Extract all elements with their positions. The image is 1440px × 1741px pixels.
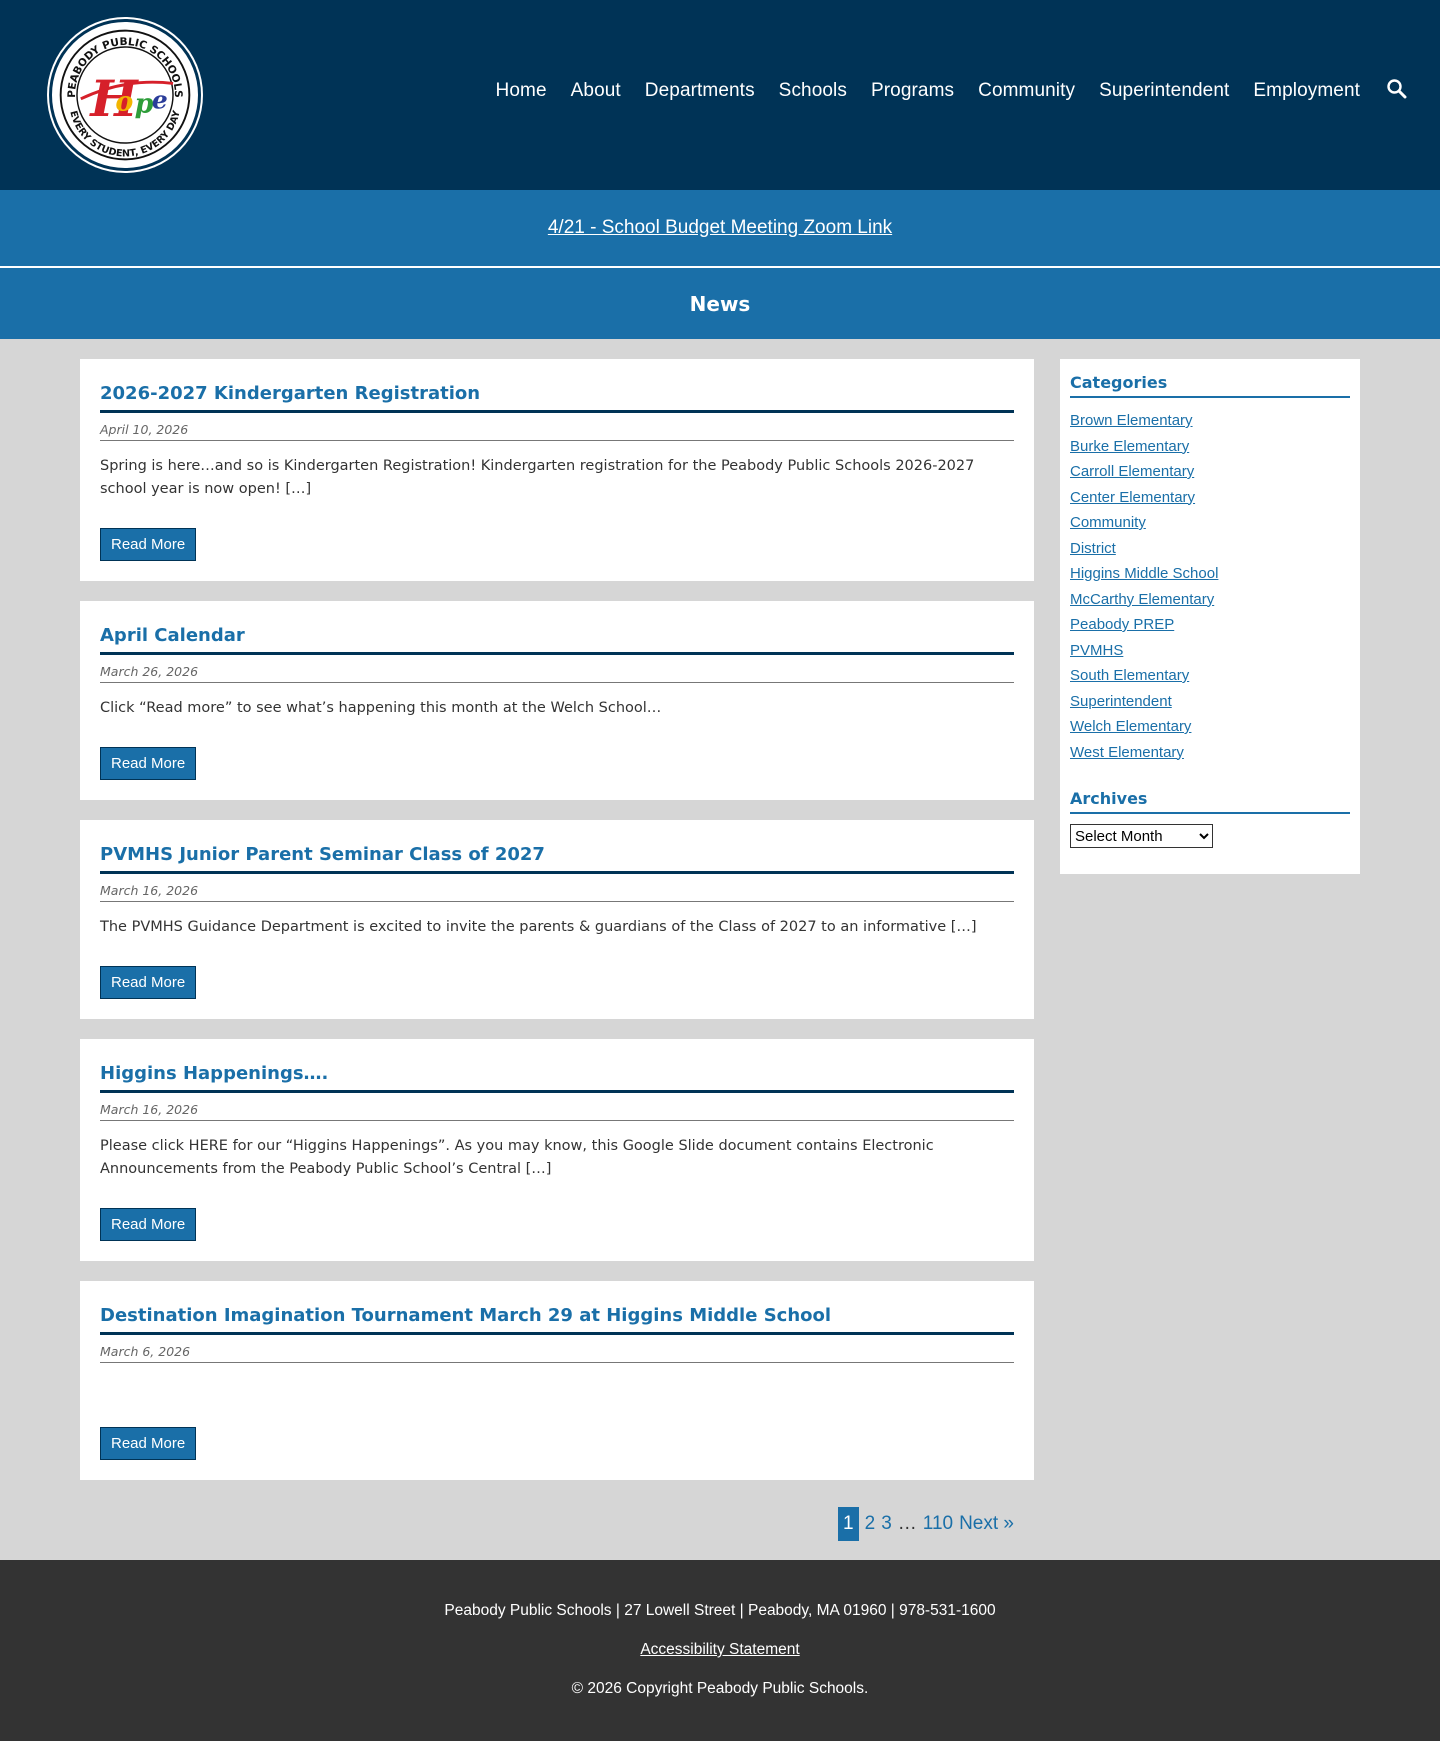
nav-employment[interactable]: Employment	[1253, 80, 1360, 102]
post-excerpt: The PVMHS Guidance Department is excited…	[100, 919, 977, 935]
main-nav: Home About Departments Schools Programs …	[496, 80, 1360, 102]
category-item: Carroll Elementary	[1070, 459, 1350, 485]
category-list: Brown Elementary Burke Elementary Carrol…	[1070, 408, 1350, 765]
category-item: McCarthy Elementary	[1070, 587, 1350, 613]
pagination-page-3[interactable]: 3	[881, 1513, 892, 1535]
alert-link[interactable]: 4/21 - School Budget Meeting Zoom Link	[548, 217, 892, 239]
post-title-link[interactable]: April Calendar	[100, 625, 1014, 655]
read-more-button[interactable]: Read More	[100, 1208, 197, 1241]
category-link[interactable]: McCarthy Elementary	[1070, 591, 1214, 608]
category-link[interactable]: Superintendent	[1070, 693, 1172, 710]
category-link[interactable]: Brown Elementary	[1070, 412, 1193, 429]
nav-home[interactable]: Home	[496, 80, 547, 102]
post-card: PVMHS Junior Parent Seminar Class of 202…	[80, 820, 1034, 1019]
category-link[interactable]: South Elementary	[1070, 667, 1189, 684]
accessibility-link[interactable]: Accessibility Statement	[640, 1641, 799, 1658]
search-icon[interactable]	[1386, 78, 1408, 100]
page-title-bar: News	[0, 268, 1440, 339]
categories-title: Categories	[1070, 373, 1350, 398]
pagination: 1 2 3 … 110 Next »	[838, 1507, 1014, 1541]
post-title-link[interactable]: 2026-2027 Kindergarten Registration	[100, 383, 1014, 413]
post-title-link[interactable]: Higgins Happenings….	[100, 1063, 1014, 1093]
category-item: Center Elementary	[1070, 485, 1350, 511]
category-link[interactable]: Peabody PREP	[1070, 616, 1174, 633]
category-link[interactable]: Carroll Elementary	[1070, 463, 1194, 480]
read-more-button[interactable]: Read More	[100, 528, 197, 561]
category-link[interactable]: PVMHS	[1070, 642, 1123, 659]
category-link[interactable]: West Elementary	[1070, 744, 1184, 761]
site-logo[interactable]: PEABODY PUBLIC SCHOOLS EVERY STUDENT, EV…	[49, 19, 201, 171]
category-link[interactable]: Burke Elementary	[1070, 438, 1189, 455]
nav-schools[interactable]: Schools	[779, 80, 847, 102]
svg-text:e: e	[152, 85, 168, 114]
archives-title: Archives	[1070, 789, 1350, 814]
category-item: District	[1070, 536, 1350, 562]
pagination-page-2[interactable]: 2	[865, 1513, 876, 1535]
alert-bar: 4/21 - School Budget Meeting Zoom Link	[0, 190, 1440, 268]
pagination-current: 1	[838, 1507, 859, 1541]
category-link[interactable]: Welch Elementary	[1070, 718, 1191, 735]
post-card: Higgins Happenings…. March 16, 2026 Plea…	[80, 1039, 1034, 1261]
post-title-link[interactable]: Destination Imagination Tournament March…	[100, 1305, 1014, 1335]
read-more-button[interactable]: Read More	[100, 747, 197, 780]
footer-copyright: © 2026 Copyright Peabody Public Schools.	[571, 1680, 869, 1697]
post-excerpt: Click “Read more” to see what’s happenin…	[100, 700, 662, 716]
pagination-next[interactable]: Next »	[959, 1513, 1014, 1535]
read-more-button[interactable]: Read More	[100, 966, 197, 999]
post-excerpt	[100, 1377, 1014, 1400]
nav-programs[interactable]: Programs	[871, 80, 954, 102]
post-date: March 16, 2026	[100, 874, 1014, 902]
post-card: April Calendar March 26, 2026 Click “Rea…	[80, 601, 1034, 800]
category-item: PVMHS	[1070, 638, 1350, 664]
page-title: News	[689, 291, 751, 316]
category-item: Peabody PREP	[1070, 612, 1350, 638]
post-date: March 16, 2026	[100, 1093, 1014, 1121]
category-item: Burke Elementary	[1070, 434, 1350, 460]
category-link[interactable]: Center Elementary	[1070, 489, 1195, 506]
post-title-link[interactable]: PVMHS Junior Parent Seminar Class of 202…	[100, 844, 1014, 874]
category-item: Brown Elementary	[1070, 408, 1350, 434]
nav-community[interactable]: Community	[978, 80, 1075, 102]
svg-text:o: o	[115, 86, 133, 117]
post-date: April 10, 2026	[100, 413, 1014, 441]
post-date: March 26, 2026	[100, 655, 1014, 683]
pagination-dots: …	[897, 1513, 917, 1534]
main-content: 2026-2027 Kindergarten Registration Apri…	[0, 339, 1440, 1558]
nav-about[interactable]: About	[571, 80, 621, 102]
category-link[interactable]: Higgins Middle School	[1070, 565, 1218, 582]
category-item: Community	[1070, 510, 1350, 536]
post-card: Destination Imagination Tournament March…	[80, 1281, 1034, 1480]
site-footer: Peabody Public Schools | 27 Lowell Stree…	[0, 1560, 1440, 1741]
post-list: 2026-2027 Kindergarten Registration Apri…	[80, 359, 1034, 1500]
post-date: March 6, 2026	[100, 1335, 1014, 1363]
archives-dropdown[interactable]: Select Month	[1070, 824, 1213, 848]
footer-address: Peabody Public Schools | 27 Lowell Stree…	[444, 1602, 996, 1619]
footer-accessibility: Accessibility Statement	[0, 1641, 1440, 1659]
category-item: Welch Elementary	[1070, 714, 1350, 740]
category-item: South Elementary	[1070, 663, 1350, 689]
category-item: Superintendent	[1070, 689, 1350, 715]
nav-departments[interactable]: Departments	[645, 80, 755, 102]
svg-text:p: p	[135, 88, 154, 119]
post-card: 2026-2027 Kindergarten Registration Apri…	[80, 359, 1034, 581]
category-link[interactable]: Community	[1070, 514, 1146, 531]
post-excerpt: Spring is here…and so is Kindergarten Re…	[100, 458, 975, 497]
category-link[interactable]: District	[1070, 540, 1116, 557]
category-item: West Elementary	[1070, 740, 1350, 766]
nav-superintendent[interactable]: Superintendent	[1099, 80, 1229, 102]
hope-logo-icon: PEABODY PUBLIC SCHOOLS EVERY STUDENT, EV…	[59, 29, 191, 161]
category-item: Higgins Middle School	[1070, 561, 1350, 587]
read-more-button[interactable]: Read More	[100, 1427, 197, 1460]
post-excerpt: Please click HERE for our “Higgins Happe…	[100, 1138, 934, 1177]
sidebar: Categories Brown Elementary Burke Elemen…	[1060, 359, 1360, 874]
pagination-page-last[interactable]: 110	[923, 1513, 953, 1535]
site-header: PEABODY PUBLIC SCHOOLS EVERY STUDENT, EV…	[0, 0, 1440, 190]
